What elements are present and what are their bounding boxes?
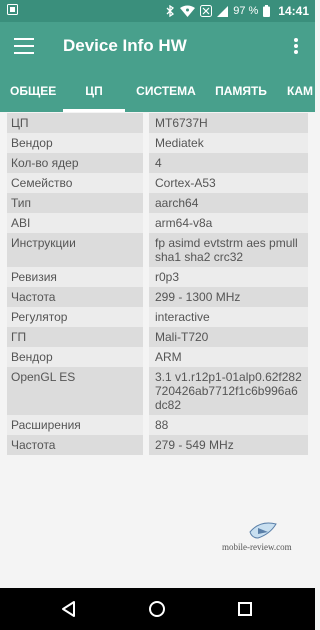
row-value: 299 - 1300 MHz xyxy=(155,290,241,304)
row-key: Расширения xyxy=(7,415,149,435)
row-key: Вендор xyxy=(7,133,149,153)
row-value: aarch64 xyxy=(155,196,199,210)
row-value: 279 - 549 MHz xyxy=(155,438,234,452)
row-key: Кол-во ядер xyxy=(7,153,149,173)
row-key: Инструкции xyxy=(7,233,149,267)
table-row: Регулятор interactive xyxy=(7,307,308,327)
tab-general[interactable]: ОБЩЕЕ xyxy=(10,70,57,112)
row-value: fp asimd evtstrm aes pmull sha1 sha2 crc… xyxy=(155,236,298,264)
table-row: Вендор ARM xyxy=(7,347,308,367)
tab-camera[interactable]: КАМ xyxy=(287,70,315,112)
table-row: ГП Mali-T720 xyxy=(7,327,308,347)
mobile-review-logo-icon xyxy=(249,522,277,539)
recents-icon[interactable] xyxy=(233,597,257,621)
table-row: Вендор Mediatek xyxy=(7,133,308,153)
screen: 97 % 14:41 Device Info HW ОБЩЕЕ ЦП СИСТЕ… xyxy=(0,0,315,630)
row-value: Mali-T720 xyxy=(155,330,209,344)
tab-label: ЦП xyxy=(85,84,103,98)
row-value: Cortex-A53 xyxy=(155,176,216,190)
status-time: 14:41 xyxy=(278,4,309,18)
tab-label: ОБЩЕЕ xyxy=(10,84,57,98)
table-row: Инструкции fp asimd evtstrm aes pmull sh… xyxy=(7,233,308,267)
table-row: Тип aarch64 xyxy=(7,193,308,213)
table-row: Частота 299 - 1300 MHz xyxy=(7,287,308,307)
more-vertical-icon[interactable] xyxy=(289,36,303,56)
row-key: ABI xyxy=(7,213,149,233)
row-key: ЦП xyxy=(7,113,149,133)
row-value: arm64-v8a xyxy=(155,216,213,230)
back-icon[interactable] xyxy=(57,597,81,621)
row-key: Тип xyxy=(7,193,149,213)
row-value: 88 xyxy=(155,418,169,432)
row-key: Ревизия xyxy=(7,267,149,287)
table-row: Семейство Cortex-A53 xyxy=(7,173,308,193)
row-value: r0p3 xyxy=(155,270,180,284)
app-bar: Device Info HW xyxy=(0,22,315,70)
status-right: 97 % 14:41 xyxy=(166,4,309,18)
status-bar: 97 % 14:41 xyxy=(0,0,315,22)
table-row: ABI arm64-v8a xyxy=(7,213,308,233)
table-row: Частота 279 - 549 MHz xyxy=(7,435,308,455)
row-key: Вендор xyxy=(7,347,149,367)
table-row: Кол-во ядер 4 xyxy=(7,153,308,173)
row-key: OpenGL ES xyxy=(7,367,149,415)
tab-bar: ОБЩЕЕ ЦП СИСТЕМА ПАМЯТЬ КАМ xyxy=(0,70,315,112)
row-value: MT6737H xyxy=(155,116,208,130)
row-value: interactive xyxy=(155,310,210,324)
signal-icon xyxy=(217,5,229,17)
bluetooth-icon xyxy=(166,5,175,17)
row-key: ГП xyxy=(7,327,149,347)
app-title: Device Info HW xyxy=(63,36,187,55)
watermark-text: mobile-review.com xyxy=(222,542,292,552)
tab-label: ПАМЯТЬ xyxy=(215,84,267,98)
cpu-info-table: ЦП MT6737H Вендор Mediatek Кол-во ядер 4… xyxy=(7,113,308,455)
watermark: mobile-review.com xyxy=(222,520,302,558)
navigation-bar xyxy=(0,588,315,630)
tab-cpu[interactable]: ЦП xyxy=(63,70,125,112)
table-row: ЦП MT6737H xyxy=(7,113,308,133)
tab-label: СИСТЕМА xyxy=(136,84,196,98)
row-key: Частота xyxy=(7,287,149,307)
tab-label: КАМ xyxy=(287,84,313,98)
active-tab-indicator xyxy=(63,109,125,112)
row-value: Mediatek xyxy=(155,136,204,150)
row-value: ARM xyxy=(155,350,182,364)
data-off-icon xyxy=(200,5,213,17)
table-row: Расширения 88 xyxy=(7,415,308,435)
row-value: 3.1 v1.r12p1-01alp0.62f282720426ab7712f1… xyxy=(155,370,302,412)
row-key: Регулятор xyxy=(7,307,149,327)
status-left xyxy=(7,4,18,15)
row-key: Семейство xyxy=(7,173,149,193)
table-row: OpenGL ES 3.1 v1.r12p1-01alp0.62f2827204… xyxy=(7,367,308,415)
battery-percent: 97 % xyxy=(233,5,259,17)
wifi-icon xyxy=(180,5,196,17)
row-value: 4 xyxy=(155,156,162,170)
row-key: Частота xyxy=(7,435,149,455)
hamburger-menu-icon[interactable] xyxy=(14,36,34,56)
tab-system[interactable]: СИСТЕМА xyxy=(136,70,196,112)
table-row: Ревизия r0p3 xyxy=(7,267,308,287)
battery-icon xyxy=(263,5,271,17)
tab-memory[interactable]: ПАМЯТЬ xyxy=(215,70,267,112)
home-icon[interactable] xyxy=(145,597,169,621)
notification-icon xyxy=(7,4,18,15)
